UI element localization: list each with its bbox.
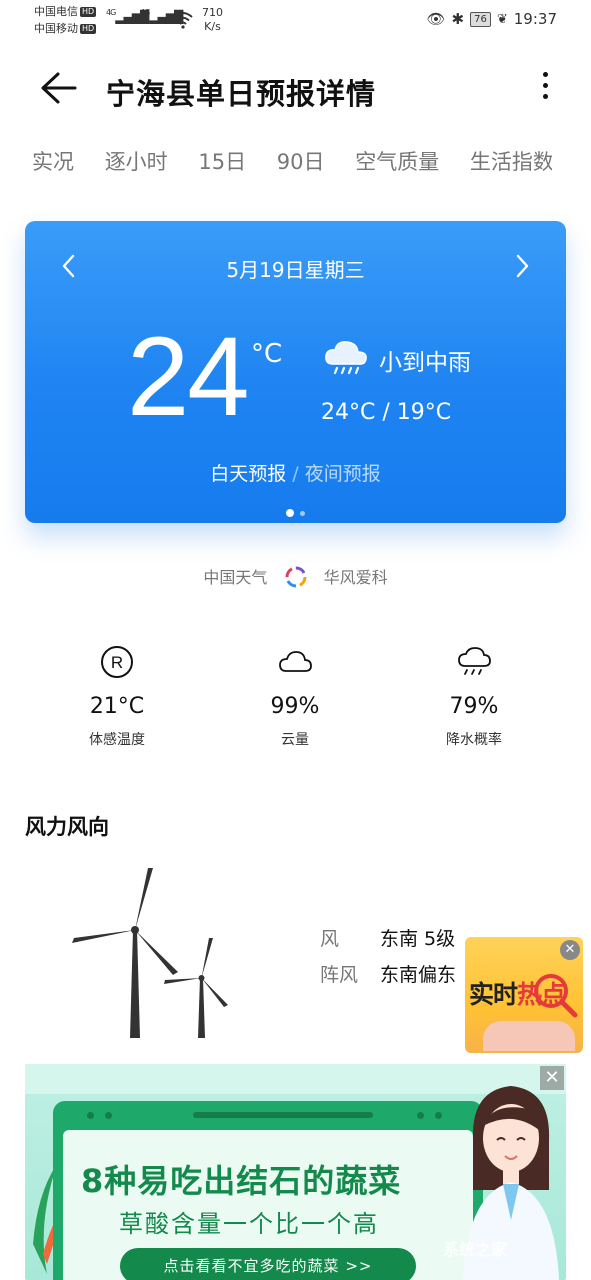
hand-illustration: [483, 1021, 575, 1051]
precip-prob-label: 降水概率: [446, 732, 502, 748]
net-speed-value: 710: [202, 6, 223, 19]
battery-icon: 76: [470, 11, 491, 27]
back-arrow-icon[interactable]: [38, 70, 78, 106]
wind-turbine-icon: [72, 868, 228, 1038]
forecast-card[interactable]: 5月19日星期三 24 °C 小到中雨 24°C / 19°C 白天预报 / 夜间预…: [25, 221, 566, 523]
rain-cloud-icon: [458, 647, 491, 675]
metric-real-feel: R 21°C 体感温度: [47, 644, 187, 749]
ad-cta-button[interactable]: 点击看看不宜多吃的蔬菜 >>: [120, 1248, 416, 1280]
tab-life-index[interactable]: 生活指数: [470, 146, 552, 176]
ad-close-icon[interactable]: ✕: [540, 1066, 564, 1090]
carrier-2-name: 中国移动: [34, 22, 78, 35]
status-bar: 中国电信 HD 中国移动 HD 4G▂▄▆█ 4G▂▄▆█ 710 K/s 👁 ✱ …: [0, 0, 591, 40]
wifi-icon: [173, 12, 193, 29]
gust-row: 阵风 东南偏东: [320, 960, 456, 987]
temperature-unit: °C: [251, 339, 283, 369]
day-forecast-tab[interactable]: 白天预报: [210, 463, 286, 485]
metric-cloud-cover: 99% 云量: [225, 644, 365, 749]
day-night-switch: 白天预报 / 夜间预报: [25, 459, 566, 486]
real-feel-label: 体感温度: [89, 732, 145, 748]
tab-realtime[interactable]: 实况: [32, 146, 74, 176]
clock: 19:37: [513, 10, 557, 28]
hot-news-text-a: 实时: [469, 980, 518, 1009]
app-bar: 宁海县单日预报详情: [0, 52, 591, 122]
ad-subheadline: 草酸含量一个比一个高: [119, 1210, 379, 1238]
hot-news-close-icon[interactable]: ✕: [560, 940, 580, 960]
carrier-1: 中国电信 HD: [34, 4, 97, 20]
tab-90-day[interactable]: 90日: [277, 146, 325, 176]
bluetooth-icon: ✱: [451, 10, 465, 28]
carrier-2: 中国移动 HD: [34, 21, 97, 37]
metric-precip-prob: 79% 降水概率: [404, 644, 544, 749]
ad-banner[interactable]: 8种易吃出结石的蔬菜 草酸含量一个比一个高 点击看看不宜多吃的蔬菜 >> 系统之…: [25, 1064, 566, 1280]
hd-badge: HD: [80, 7, 97, 17]
real-feel-value: 21°C: [89, 694, 145, 719]
forecast-date: 5月19日星期三: [226, 258, 365, 282]
day-night-separator: /: [292, 463, 299, 485]
hot-news-badge[interactable]: 实时热点 ✕: [465, 937, 583, 1053]
cloud-icon: [279, 651, 312, 672]
weather-description: 小到中雨: [379, 350, 471, 376]
watermark: 系统之家: [443, 1240, 508, 1259]
source-huafeng: 华风爱科: [323, 568, 388, 587]
wind-label: 风: [320, 928, 340, 950]
source-china-weather: 中国天气: [203, 568, 268, 587]
magnifier-icon: [534, 974, 578, 1018]
hd-badge: HD: [80, 24, 97, 34]
current-temperature: 24: [127, 314, 250, 439]
leaf-icon: ❦: [496, 11, 508, 27]
precip-prob-value: 79%: [449, 694, 499, 719]
page-dot-active: [286, 509, 294, 517]
ad-headline: 8种易吃出结石的蔬菜: [81, 1162, 402, 1200]
status-right: 👁 ✱ 76 ❦ 19:37: [427, 10, 558, 28]
real-feel-icon: R: [101, 646, 133, 678]
page-indicator: [25, 502, 566, 521]
data-source: 中国天气 华风爱科: [0, 564, 591, 588]
page-dot: [300, 511, 305, 516]
tab-air-quality[interactable]: 空气质量: [355, 146, 439, 176]
carrier-1-name: 中国电信: [34, 5, 78, 18]
tab-15-day[interactable]: 15日: [198, 146, 246, 176]
temperature-range: 24°C / 19°C: [321, 400, 452, 425]
svg-text:R: R: [111, 653, 123, 672]
rain-cloud-weather-icon: [325, 341, 367, 375]
wind-section-title: 风力风向: [25, 815, 109, 839]
eye-icon: 👁: [426, 10, 446, 28]
next-day-chevron-icon[interactable]: [512, 253, 532, 279]
gust-label: 阵风: [320, 964, 359, 986]
cloud-cover-value: 99%: [270, 694, 320, 719]
huafeng-logo-icon: [285, 566, 306, 588]
page-title: 宁海县单日预报详情: [106, 77, 377, 111]
night-forecast-tab[interactable]: 夜间预报: [305, 463, 381, 485]
tab-bar: 实况 逐小时 15日 90日 空气质量 生活指数: [32, 146, 552, 180]
more-menu-icon[interactable]: [539, 68, 551, 108]
gust-value: 东南偏东: [380, 964, 457, 986]
tab-hourly[interactable]: 逐小时: [105, 146, 168, 176]
wind-row: 风 东南 5级: [320, 924, 455, 951]
net-speed: 710 K/s: [202, 6, 223, 34]
wind-value: 东南 5级: [380, 928, 456, 950]
cloud-cover-label: 云量: [281, 732, 309, 748]
net-speed-unit: K/s: [204, 20, 221, 33]
